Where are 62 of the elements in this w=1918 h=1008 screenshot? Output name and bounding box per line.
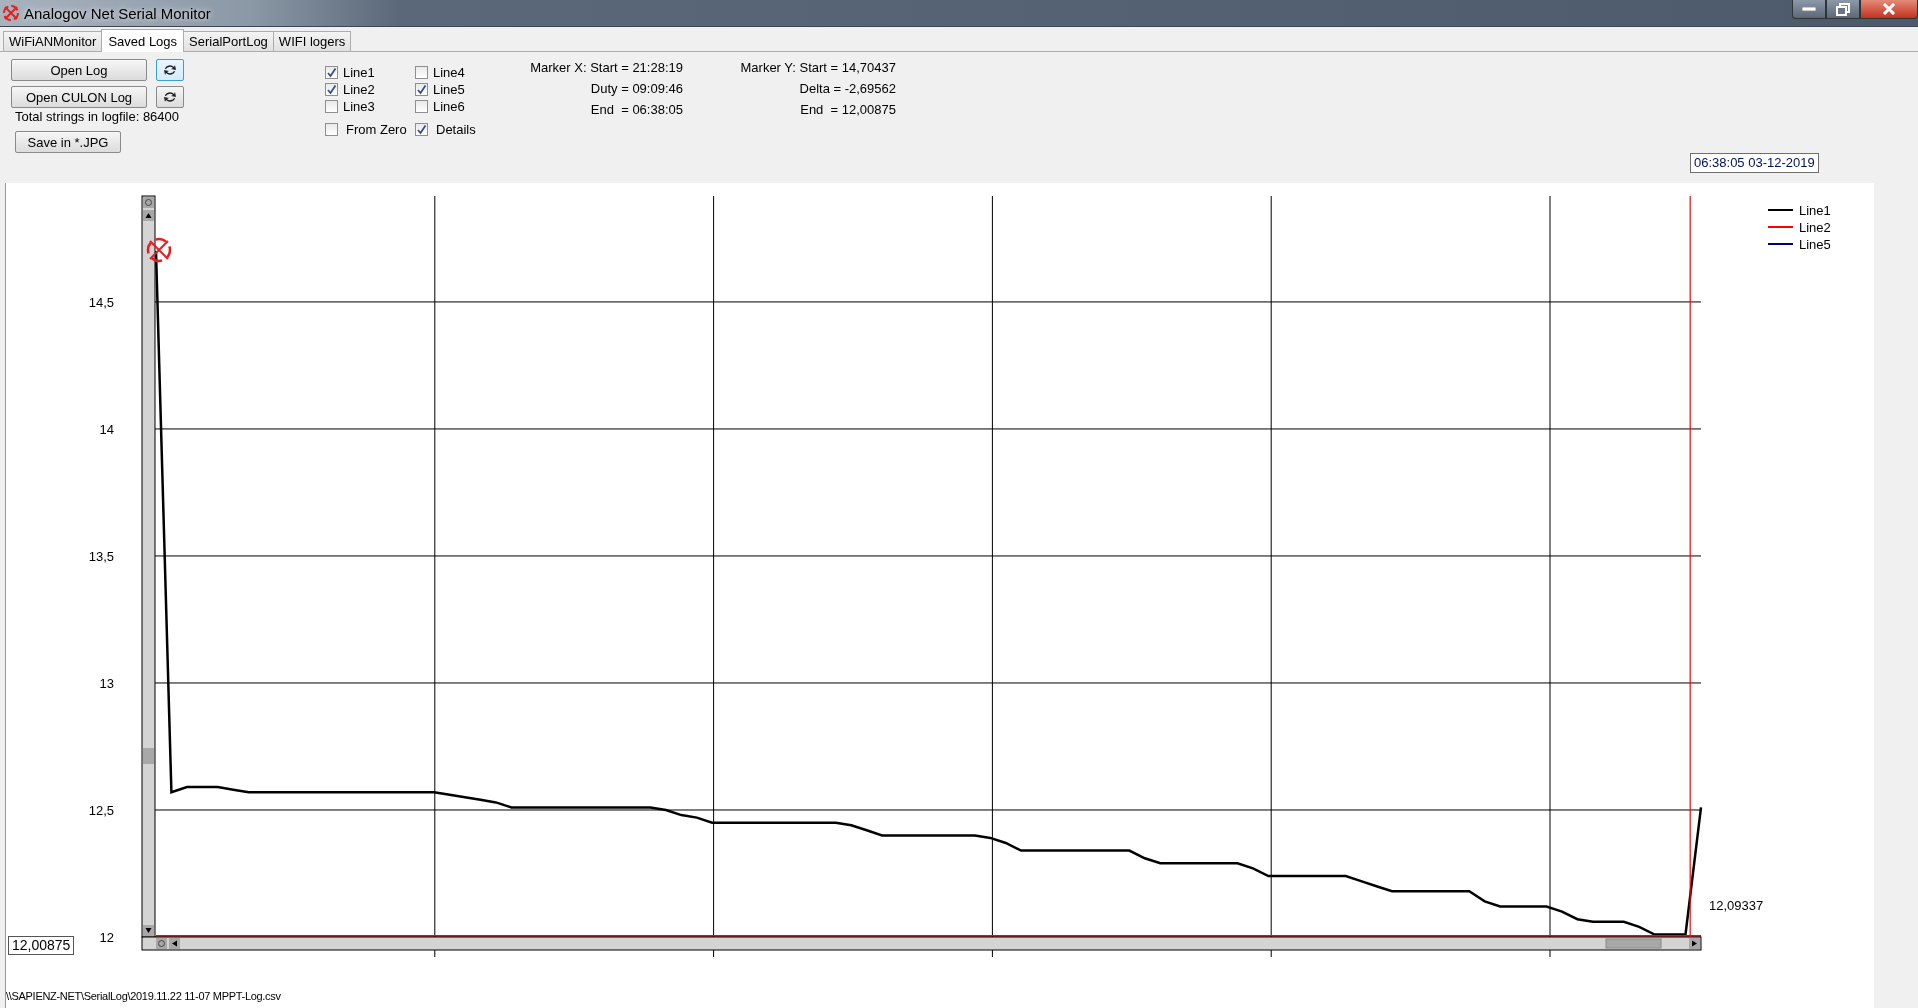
checkbox[interactable] <box>415 65 428 79</box>
tab[interactable]: SerialPortLog <box>183 31 274 51</box>
crosshair-icon <box>2 4 20 22</box>
checkbox[interactable] <box>325 83 338 96</box>
refresh-icon <box>163 64 177 76</box>
restore-button[interactable] <box>1826 0 1860 19</box>
open-log-button[interactable]: Open Log <box>11 59 147 81</box>
marker-x-text: End = 06:38:05 <box>590 101 683 119</box>
minimize-button[interactable] <box>1792 0 1826 19</box>
legend-label: Line1 <box>1799 203 1831 218</box>
legend-label: Line5 <box>1799 237 1831 252</box>
tab[interactable]: WiFiANMonitor <box>3 31 103 51</box>
checkbox[interactable] <box>415 83 428 96</box>
axis-tick-label: 12 <box>99 930 114 945</box>
tab[interactable]: WIFI logers <box>272 31 352 51</box>
file-path-text: \\SAPIENZ-NET\SerialLog\2019.11.22 11-07 MPPT-Log.csv <box>6 990 281 1002</box>
checkbox-label: From Zero <box>346 122 407 137</box>
axis-tick-label: 13 <box>99 675 114 691</box>
tab[interactable]: Saved Logs <box>101 29 185 52</box>
marker-crosshair-icon[interactable] <box>146 237 172 263</box>
checkbox-label: Line2 <box>343 82 375 97</box>
save-jpg-button[interactable]: Save in *.JPG <box>15 131 121 153</box>
total-strings-text: Total strings in logfile: 86400 <box>15 109 181 125</box>
marker-y-text: Marker Y: Start = 14,70437 <box>740 59 896 77</box>
open-culon-log-button[interactable]: Open CULON Log <box>11 86 147 108</box>
checkbox[interactable] <box>325 123 338 136</box>
checkbox[interactable] <box>325 65 338 79</box>
legend-entry: Line1 <box>1767 203 1831 218</box>
marker-x-text: Marker X: Start = 21:28:19 <box>530 59 683 77</box>
axis-tick-label: 12,5 <box>88 803 114 818</box>
marker-value-box: 12,00875 <box>8 936 75 955</box>
refresh-button[interactable] <box>156 59 184 81</box>
legend-entry: Line5 <box>1767 237 1831 252</box>
close-icon <box>1882 3 1896 15</box>
checkbox[interactable] <box>415 100 428 113</box>
close-button[interactable] <box>1860 0 1918 19</box>
cursor-value-label: 12,09337 <box>1709 898 1764 913</box>
refresh-icon <box>163 91 177 103</box>
checkbox-label: Details <box>436 122 476 137</box>
cursor-line[interactable] <box>1689 195 1691 938</box>
window-title: Analogov Net Serial Monitor <box>24 4 211 22</box>
checkbox-label: Line1 <box>343 64 375 80</box>
marker-x-text: Duty = 09:09:46 <box>590 80 683 98</box>
checkbox[interactable] <box>325 100 338 113</box>
vertical-scrollbar[interactable] <box>141 195 156 938</box>
restore-icon <box>1836 2 1850 16</box>
checkbox-label: Line3 <box>343 99 375 114</box>
marker-y-text: Delta = -2,69562 <box>799 80 896 98</box>
horizontal-scrollbar[interactable] <box>141 936 1702 951</box>
checkbox-label: Line6 <box>433 99 465 114</box>
checkbox[interactable] <box>415 123 428 136</box>
checkbox-label: Line5 <box>433 82 465 97</box>
axis-tick-label: 13,5 <box>88 548 114 564</box>
refresh-button[interactable] <box>156 86 184 108</box>
axis-tick-label: 14,5 <box>88 294 114 310</box>
legend-entry: Line2 <box>1767 220 1831 235</box>
marker-y-text: End = 12,00875 <box>800 101 896 119</box>
checkbox-label: Line4 <box>433 64 465 80</box>
axis-tick-label: 14 <box>99 421 114 437</box>
timestamp-box: 06:38:05 03-12-2019 <box>1690 153 1819 173</box>
legend-label: Line2 <box>1799 220 1831 235</box>
minimize-icon <box>1802 7 1816 11</box>
